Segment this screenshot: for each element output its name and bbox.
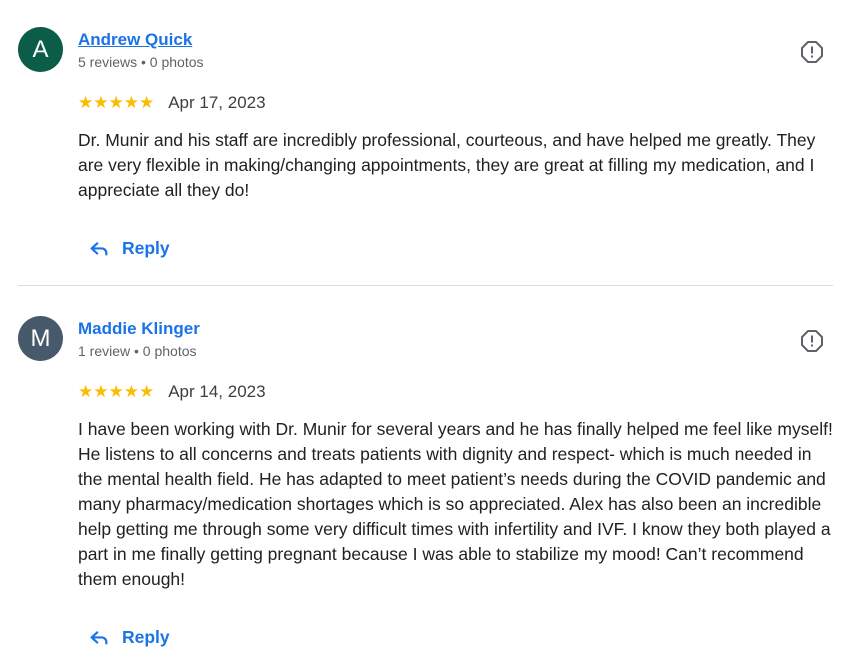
review-date: Apr 17, 2023 — [168, 93, 266, 112]
reply-icon — [90, 242, 108, 256]
review-date: Apr 14, 2023 — [168, 382, 266, 401]
report-icon — [801, 330, 823, 352]
rating-row: ★★★★★ Apr 14, 2023 — [78, 380, 266, 404]
star-rating: ★★★★★ — [78, 93, 155, 113]
reviewer-name[interactable]: Andrew Quick — [78, 29, 192, 51]
reviewer-meta: 1 review • 0 photos — [78, 343, 197, 359]
reviewer-meta: 5 reviews • 0 photos — [78, 54, 204, 70]
report-icon — [801, 41, 823, 63]
reply-button[interactable]: Reply — [88, 619, 170, 655]
reviewer-name[interactable]: Maddie Klinger — [78, 318, 200, 340]
report-review-button[interactable] — [791, 324, 833, 358]
review-text: Dr. Munir and his staff are incredibly p… — [78, 130, 816, 200]
reply-icon — [90, 631, 108, 645]
divider — [18, 285, 833, 286]
star-rating: ★★★★★ — [78, 382, 155, 402]
avatar[interactable]: M — [18, 316, 63, 361]
rating-row: ★★★★★ Apr 17, 2023 — [78, 91, 266, 115]
review-text: I have been working with Dr. Munir for s… — [78, 419, 833, 589]
avatar[interactable]: A — [18, 27, 63, 72]
report-review-button[interactable] — [791, 35, 833, 69]
reply-button[interactable]: Reply — [88, 230, 170, 266]
reply-label: Reply — [122, 237, 170, 258]
reply-label: Reply — [122, 626, 170, 647]
